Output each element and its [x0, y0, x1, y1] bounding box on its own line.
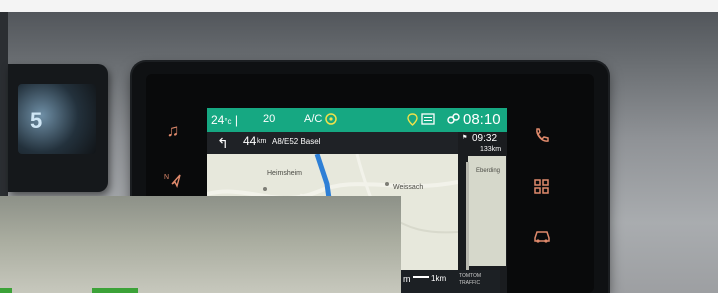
car-icon[interactable]: [531, 228, 553, 247]
mini-map: Eberding: [468, 156, 506, 266]
temp-mid-value[interactable]: 20: [263, 113, 275, 125]
navigation-icon[interactable]: N: [162, 170, 184, 191]
music-note-icon[interactable]: ♫: [162, 122, 184, 139]
progress-bar: [466, 162, 469, 272]
fan-icon[interactable]: [325, 113, 337, 128]
map-scale: 1km: [431, 274, 447, 283]
flag-icon: ⚑: [462, 135, 468, 141]
map-footer: m 1km TOMTOM TRAFFIC: [401, 270, 500, 293]
temp-left-value: 24: [211, 113, 225, 127]
location-pin-icon: [407, 113, 418, 129]
temp-left-unit: °c: [224, 117, 232, 126]
traffic-label: TRAFFIC: [459, 280, 481, 286]
road-name: A8/E52 Basel: [272, 137, 321, 146]
instrument-display: 5: [8, 64, 108, 192]
message-icon: [421, 113, 435, 128]
eta-time: 09:32: [472, 133, 498, 144]
link-icon: [447, 113, 460, 128]
instrument-reading: 5: [30, 108, 43, 133]
map-town-label: Weissach: [393, 184, 424, 191]
remaining-distance: 133km: [480, 146, 501, 153]
phone-icon[interactable]: [531, 127, 553, 148]
footer-text-fragment: m: [403, 274, 411, 284]
ac-label[interactable]: A/C: [304, 113, 322, 125]
svg-text:N: N: [164, 174, 169, 181]
status-bar: 24°c | 20 A/C 08:10: [207, 108, 507, 132]
distance-unit: km: [257, 138, 267, 145]
clock: 08:10: [463, 111, 501, 128]
traffic-brand: TOMTOM: [459, 273, 482, 279]
overlay-green-mark: [92, 288, 138, 293]
map-town-label: Eberding: [476, 168, 501, 174]
photo-scene: 5 ♫ N 24°c | 20 A/C 08:10 ↰ 44 km A8/E52…: [0, 0, 718, 293]
temp-left-display[interactable]: 24°c |: [211, 113, 238, 127]
apps-grid-icon[interactable]: [531, 178, 553, 199]
route-info-panel: ⚑ 09:32 133km Eberding ▲ 133km: [458, 132, 507, 293]
overlay-green-mark: [0, 288, 12, 293]
turn-arrow-icon: ↰: [217, 135, 229, 151]
map-town-label: Heimsheim: [267, 170, 303, 177]
remaining-value: 133: [480, 146, 492, 153]
foreground-overlay: [0, 196, 401, 293]
distance-value: 44: [243, 134, 257, 148]
background-wall: [0, 0, 718, 12]
scale-bar: [413, 276, 429, 278]
remaining-unit: km: [491, 146, 502, 153]
